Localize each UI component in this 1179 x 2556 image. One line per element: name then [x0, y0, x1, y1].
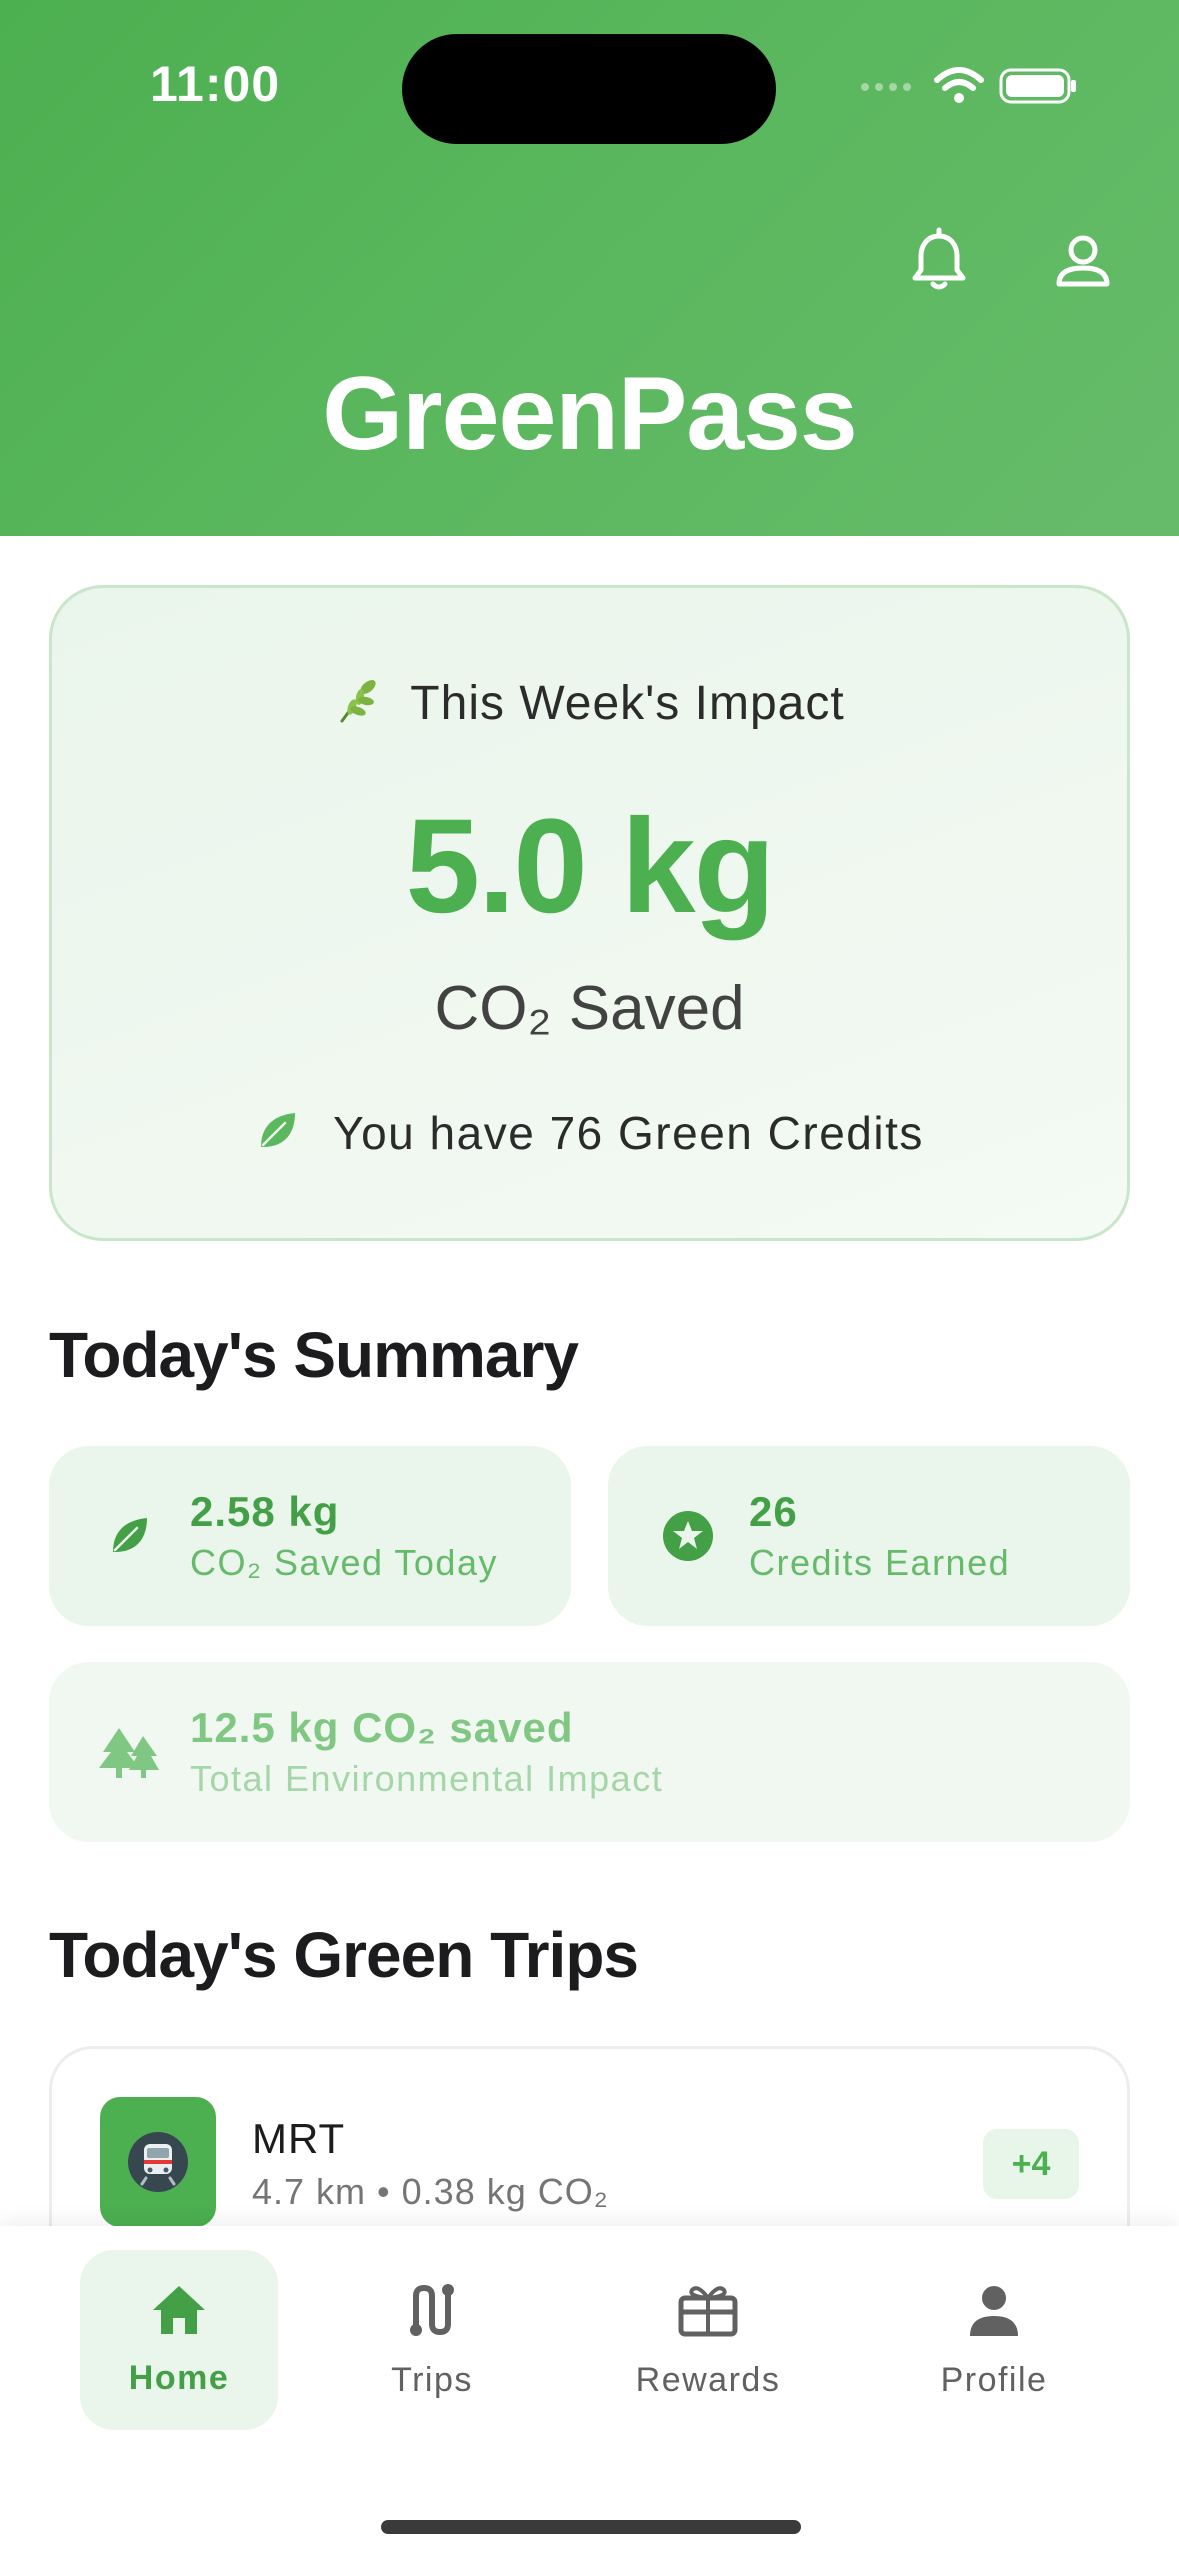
- credits-earned-card: 26 Credits Earned: [608, 1446, 1130, 1626]
- herb-icon: [334, 677, 382, 730]
- co2-saved-today-card: 2.58 kg CO₂ Saved Today: [49, 1446, 571, 1626]
- status-icons: [859, 66, 1079, 111]
- leaf-icon: [94, 1514, 164, 1558]
- person-icon: [964, 2280, 1024, 2345]
- bottom-navigation: Home Trips Rewards Profile: [0, 2226, 1179, 2556]
- dynamic-island: [402, 34, 776, 144]
- credits-earned-label: Credits Earned: [749, 1542, 1011, 1583]
- nav-profile[interactable]: Profile: [894, 2250, 1094, 2430]
- star-badge-icon: [653, 1509, 723, 1563]
- todays-summary-title: Today's Summary: [49, 1319, 579, 1391]
- impact-heading-text: This Week's Impact: [410, 677, 845, 730]
- battery-icon: [999, 66, 1079, 111]
- total-impact-card: 12.5 kg CO₂ saved Total Environmental Im…: [49, 1662, 1130, 1842]
- total-impact-value: 12.5 kg CO₂ saved: [190, 1704, 574, 1751]
- nav-home-label: Home: [128, 2359, 230, 2397]
- route-icon: [402, 2280, 462, 2345]
- notifications-bell-icon[interactable]: [903, 226, 975, 298]
- trip-mode: MRT: [252, 2115, 346, 2162]
- train-icon: [100, 2097, 216, 2227]
- weekly-co2-value: 5.0 kg: [405, 792, 776, 941]
- leaf-icon: [255, 1109, 299, 1158]
- co2-saved-today-value: 2.58 kg: [190, 1488, 340, 1535]
- impact-heading: This Week's Impact: [52, 676, 1127, 731]
- trip-details: 4.7 km • 0.38 kg CO₂: [252, 2171, 609, 2212]
- nav-trips-label: Trips: [391, 2361, 473, 2399]
- credits-earned-value: 26: [749, 1488, 798, 1535]
- home-indicator[interactable]: [381, 2520, 801, 2534]
- status-time: 11:00: [150, 56, 281, 112]
- nav-trips[interactable]: Trips: [332, 2250, 532, 2430]
- app-header: 11:00 GreenPass: [0, 0, 1179, 536]
- home-icon: [149, 2282, 209, 2343]
- total-impact-label: Total Environmental Impact: [190, 1758, 664, 1799]
- trip-credits-badge: +4: [983, 2129, 1079, 2199]
- nav-rewards-label: Rewards: [635, 2361, 781, 2399]
- nav-rewards[interactable]: Rewards: [606, 2250, 810, 2430]
- account-icon[interactable]: [1047, 226, 1119, 298]
- gift-icon: [676, 2280, 740, 2345]
- signal-icon: [859, 80, 919, 98]
- wifi-icon: [933, 66, 985, 111]
- todays-green-trips-title: Today's Green Trips: [49, 1919, 639, 1991]
- co2-saved-today-label: CO₂ Saved Today: [190, 1542, 498, 1583]
- nav-profile-label: Profile: [940, 2361, 1048, 2399]
- app-title: GreenPass: [322, 356, 857, 472]
- nav-home[interactable]: Home: [80, 2250, 278, 2430]
- weekly-co2-label: CO₂ Saved: [434, 974, 745, 1043]
- green-credits-row: You have 76 Green Credits: [52, 1106, 1127, 1160]
- weekly-impact-card: This Week's Impact 5.0 kg CO₂ Saved You …: [49, 585, 1130, 1241]
- green-credits-text: You have 76 Green Credits: [333, 1107, 924, 1159]
- trees-icon: [94, 1724, 164, 1780]
